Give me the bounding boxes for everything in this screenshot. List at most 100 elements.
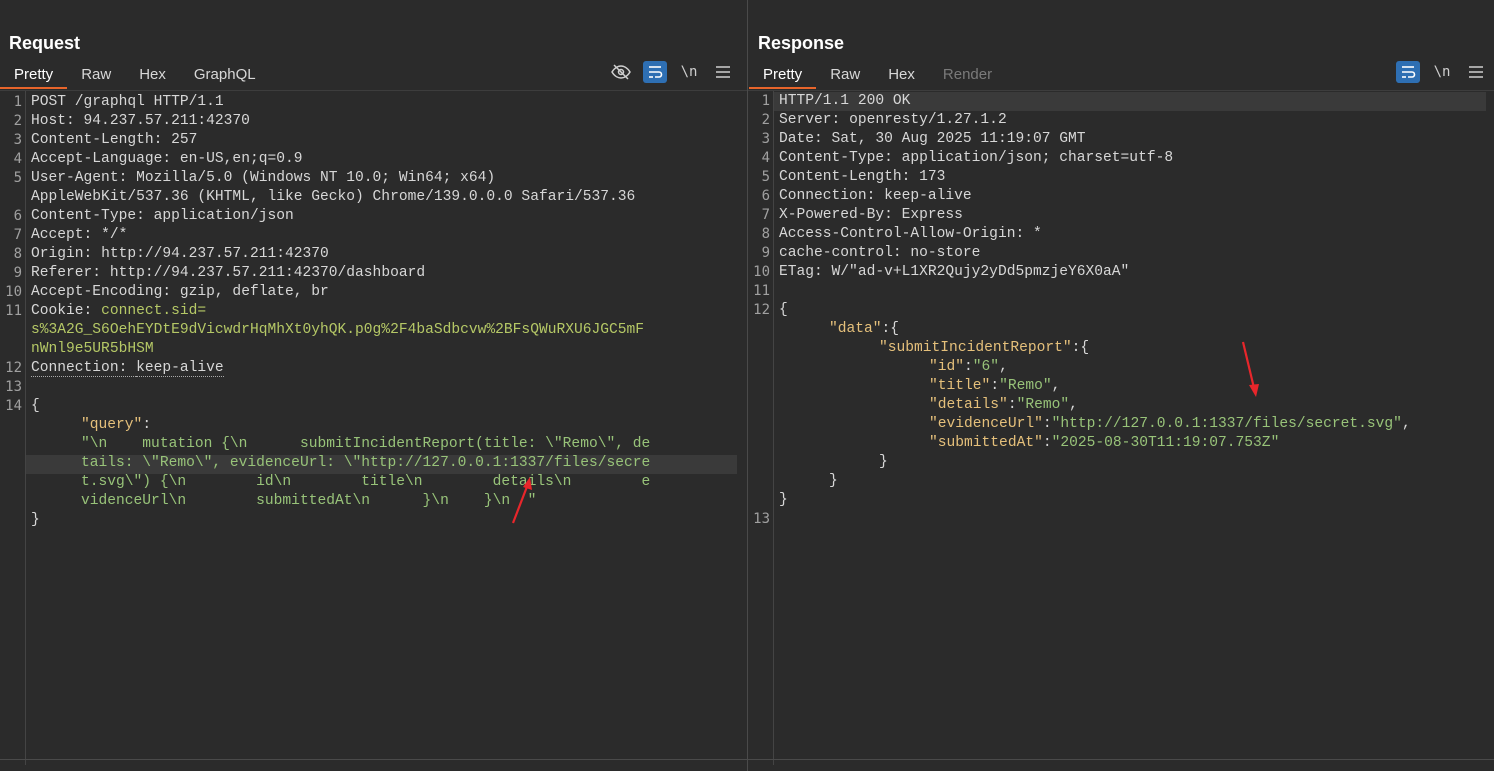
line-number: 4	[761, 150, 770, 166]
line-number: 8	[761, 226, 770, 242]
annotation-arrow-icon	[1241, 341, 1259, 397]
request-tab-pretty[interactable]: Pretty	[0, 63, 68, 89]
response-line: HTTP/1.1 200 OK	[779, 93, 911, 109]
response-tab-render[interactable]: Render	[929, 63, 1006, 89]
request-line: POST /graphql HTTP/1.1	[31, 94, 224, 110]
response-tab-hex[interactable]: Hex	[874, 63, 929, 89]
request-line: Referer: http://94.237.57.211:42370/dash…	[31, 265, 426, 281]
request-toolbar: \n	[609, 61, 735, 83]
response-line: }	[779, 492, 788, 508]
line-number: 5	[13, 170, 22, 186]
response-line: ETag: W/"ad-v+L1XR2Qujy2yDd5pmzjeY6X0aA"	[779, 264, 1130, 280]
response-line: X-Powered-By: Express	[779, 207, 963, 223]
line-number: 13	[5, 379, 22, 395]
response-line: Access-Control-Allow-Origin: *	[779, 226, 1042, 242]
response-line: }	[829, 473, 838, 489]
request-line: Accept-Encoding: gzip, deflate, br	[31, 284, 329, 300]
request-line: Connection: keep-alive	[31, 360, 224, 377]
line-number: 7	[761, 207, 770, 223]
line-number: 2	[13, 113, 22, 129]
request-line: nWnl9e5UR5bHSM	[31, 341, 154, 357]
request-line: Accept: */*	[31, 227, 128, 243]
request-tab-hex[interactable]: Hex	[125, 63, 180, 89]
request-tab-raw[interactable]: Raw	[67, 63, 125, 89]
line-number: 10	[753, 264, 770, 280]
line-number: 10	[5, 284, 22, 300]
response-line: "title":"Remo",	[929, 378, 1061, 394]
line-number: 3	[761, 131, 770, 147]
request-line: s%3A2G_S6OehEYDtE9dVicwdrHqMhXt0yhQK.p0g…	[31, 322, 645, 338]
line-number: 11	[753, 283, 770, 299]
response-title: Response	[758, 33, 845, 53]
show-newlines-button[interactable]: \n	[1430, 61, 1454, 83]
response-line: Connection: keep-alive	[779, 188, 972, 204]
request-line: "\n mutation {\n submitIncidentReport(ti…	[81, 436, 651, 452]
response-tab-raw[interactable]: Raw	[816, 63, 874, 89]
request-line: "query":	[81, 417, 152, 433]
request-line: tails: \"Remo\", evidenceUrl: \"http://1…	[81, 455, 651, 471]
response-line: {	[779, 302, 788, 318]
response-line: "submittedAt":"2025-08-30T11:19:07.753Z"	[929, 435, 1280, 451]
response-panel: Response Pretty Raw Hex Render \n 1 2 3 …	[748, 0, 1494, 771]
response-line: cache-control: no-store	[779, 245, 981, 261]
request-tabs: Pretty Raw Hex GraphQL	[0, 63, 270, 89]
menu-icon[interactable]	[711, 61, 735, 83]
request-line: videnceUrl\n submittedAt\n }\n }\n "	[81, 493, 537, 509]
line-number: 9	[13, 265, 22, 281]
request-line: User-Agent: Mozilla/5.0 (Windows NT 10.0…	[31, 170, 496, 186]
eye-slash-icon[interactable]	[609, 61, 633, 83]
request-line: }	[31, 512, 40, 528]
request-horizontal-scrollbar[interactable]	[0, 759, 747, 765]
response-tabs: Pretty Raw Hex Render	[749, 63, 1006, 89]
response-line: Date: Sat, 30 Aug 2025 11:19:07 GMT	[779, 131, 1086, 147]
line-number: 3	[13, 132, 22, 148]
response-toolbar: \n	[1396, 61, 1488, 83]
response-horizontal-scrollbar[interactable]	[748, 759, 1494, 765]
line-number: 1	[13, 94, 22, 110]
line-number: 6	[13, 208, 22, 224]
request-line: AppleWebKit/537.36 (KHTML, like Gecko) C…	[31, 189, 636, 205]
word-wrap-icon[interactable]	[643, 61, 667, 83]
annotation-arrow-icon	[511, 477, 532, 524]
response-line: "submitIncidentReport":{	[879, 340, 1090, 356]
line-number: 2	[761, 112, 770, 128]
request-line: Host: 94.237.57.211:42370	[31, 113, 250, 129]
response-line: "data":{	[829, 321, 900, 337]
response-editor[interactable]: 1 2 3 4 5 6 7 8 9 10 11 12 13 HTTP/1.1 2…	[748, 90, 1494, 765]
word-wrap-icon[interactable]	[1396, 61, 1420, 83]
response-line: "evidenceUrl":"http://127.0.0.1:1337/fil…	[929, 416, 1411, 432]
response-line: Content-Type: application/json; charset=…	[779, 150, 1174, 166]
request-line: Cookie: connect.sid=	[31, 303, 207, 319]
request-line: Content-Type: application/json	[31, 208, 294, 224]
line-number: 7	[13, 227, 22, 243]
request-line: Origin: http://94.237.57.211:42370	[31, 246, 329, 262]
show-newlines-button[interactable]: \n	[677, 61, 701, 83]
line-number: 6	[761, 188, 770, 204]
request-panel: Request Pretty Raw Hex GraphQL \n 1 2 3 …	[0, 0, 747, 771]
request-tab-graphql[interactable]: GraphQL	[180, 63, 270, 89]
response-line: "details":"Remo",	[929, 397, 1078, 413]
request-line: {	[31, 398, 40, 414]
line-number: 1	[761, 93, 770, 109]
line-number: 4	[13, 151, 22, 167]
line-number: 13	[753, 511, 770, 527]
response-line: "id":"6",	[929, 359, 1008, 375]
request-title: Request	[9, 33, 81, 53]
request-editor[interactable]: 1 2 3 4 5 6 7 8 9 10 11 12 13 14 POST /g…	[0, 90, 747, 765]
request-line: Accept-Language: en-US,en;q=0.9	[31, 151, 303, 167]
line-number: 14	[5, 398, 22, 414]
response-line: Content-Length: 173	[779, 169, 946, 185]
request-line: t.svg\") {\n id\n title\n details\n e	[81, 474, 651, 490]
response-tab-pretty[interactable]: Pretty	[749, 63, 817, 89]
request-line: Content-Length: 257	[31, 132, 198, 148]
line-number: 9	[761, 245, 770, 261]
line-number: 12	[753, 302, 770, 318]
response-line: }	[879, 454, 888, 470]
line-number: 12	[5, 360, 22, 376]
line-number: 11	[5, 303, 22, 319]
request-gutter: 1 2 3 4 5 6 7 8 9 10 11 12 13 14	[0, 91, 26, 765]
response-line: Server: openresty/1.27.1.2	[779, 112, 1007, 128]
response-gutter: 1 2 3 4 5 6 7 8 9 10 11 12 13	[748, 91, 774, 765]
menu-icon[interactable]	[1464, 61, 1488, 83]
line-number: 5	[761, 169, 770, 185]
